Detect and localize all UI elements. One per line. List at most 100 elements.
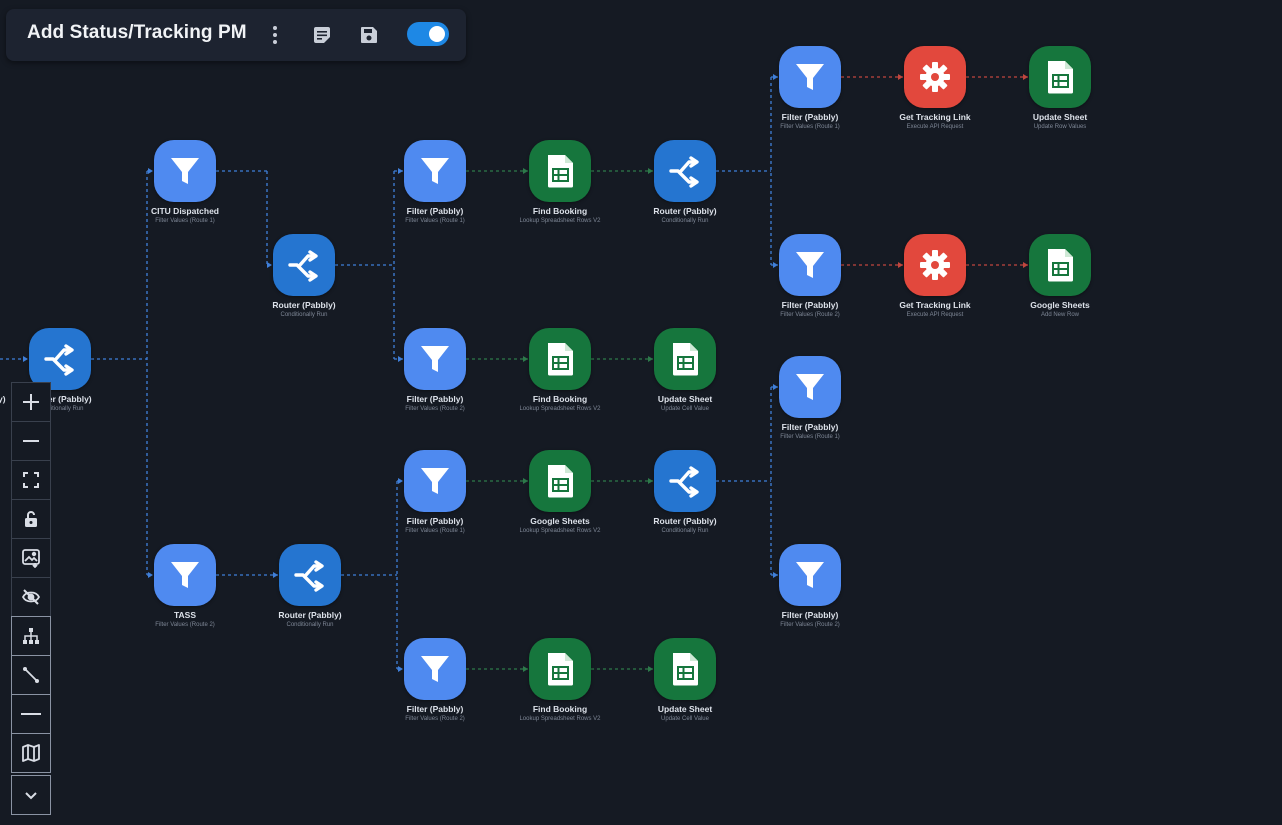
minimap-button[interactable]: [11, 733, 51, 773]
workflow-header: Add Status/Tracking PM: [6, 9, 466, 61]
spreadsheet-icon: [669, 651, 701, 687]
filter-icon: [167, 153, 203, 189]
node-subtitle: Update Row Values: [1033, 124, 1087, 130]
notes-button[interactable]: [309, 22, 335, 48]
node-icon-button[interactable]: [654, 638, 716, 700]
connection-arrow: [648, 666, 653, 672]
node-icon-button[interactable]: [779, 356, 841, 418]
fit-view-button[interactable]: [11, 460, 51, 500]
gear-icon: [917, 247, 953, 283]
node-title: Filter (Pabbly): [781, 610, 839, 620]
filter-icon: [417, 153, 453, 189]
save-button[interactable]: [356, 22, 382, 48]
workflow-title[interactable]: Add Status/Tracking PM: [27, 22, 247, 44]
edge-style-button[interactable]: [11, 655, 51, 695]
router-icon: [42, 341, 78, 377]
workflow-canvas[interactable]: y) Router (Pabbly) Conditionally Run CITU …: [0, 0, 1282, 825]
node-title: Update Sheet: [1032, 112, 1088, 122]
node-icon-button[interactable]: [404, 450, 466, 512]
node-title: Google Sheets: [1030, 300, 1090, 310]
download-image-button[interactable]: [11, 538, 51, 578]
node-icon-button[interactable]: [529, 450, 591, 512]
node-icon-button[interactable]: [779, 544, 841, 606]
connection-arrow: [773, 262, 778, 268]
node-icon-button[interactable]: [1029, 234, 1091, 296]
canvas-controls: [11, 382, 51, 815]
connection-arrow: [773, 74, 778, 80]
node-icon-button[interactable]: [1029, 46, 1091, 108]
node-icon-button[interactable]: [529, 328, 591, 390]
connection-arrow: [273, 572, 278, 578]
spreadsheet-icon: [669, 341, 701, 377]
node-icon-button[interactable]: [404, 140, 466, 202]
node-icon-button[interactable]: [404, 638, 466, 700]
connection-arrow: [898, 262, 903, 268]
more-options-button[interactable]: [262, 22, 288, 48]
spreadsheet-icon: [544, 341, 576, 377]
node-title: Router (Pabbly): [272, 300, 336, 310]
toggle-knob: [429, 26, 445, 42]
connection-arrow: [1023, 74, 1028, 80]
layout-tree-button[interactable]: [11, 616, 51, 656]
node-icon-button[interactable]: [654, 450, 716, 512]
plus-icon: [21, 392, 41, 412]
connection-arrow: [23, 356, 28, 362]
node-icon-button[interactable]: [154, 544, 216, 606]
node-subtitle: Conditionally Run: [286, 622, 334, 628]
node-title: Router (Pabbly): [653, 516, 717, 526]
node-icon-button[interactable]: [904, 234, 966, 296]
connection-arrow: [267, 262, 272, 268]
connection-arrow: [398, 356, 403, 362]
router-icon: [286, 247, 322, 283]
node-icon-button[interactable]: [779, 234, 841, 296]
connection-arrow: [773, 384, 778, 390]
diagonal-edge-icon: [21, 665, 41, 685]
connection-arrow: [398, 478, 403, 484]
connection-arrow: [1023, 262, 1028, 268]
connection-arrow: [523, 168, 528, 174]
router-icon: [667, 463, 703, 499]
workflow-active-toggle[interactable]: [407, 22, 449, 46]
node-title: Router (Pabbly): [653, 206, 717, 216]
straight-edge-icon: [20, 704, 42, 724]
connection-arrow: [648, 356, 653, 362]
connection-arrow: [648, 168, 653, 174]
spreadsheet-icon: [1044, 59, 1076, 95]
zoom-out-button[interactable]: [11, 421, 51, 461]
spreadsheet-icon: [544, 153, 576, 189]
node-icon-button[interactable]: [529, 638, 591, 700]
edge-straight-button[interactable]: [11, 694, 51, 734]
spreadsheet-icon: [1044, 247, 1076, 283]
filter-icon: [792, 59, 828, 95]
zoom-in-button[interactable]: [11, 382, 51, 422]
image-download-icon: [21, 548, 41, 568]
node-icon-button[interactable]: [779, 46, 841, 108]
tree-layout-icon: [21, 626, 41, 646]
node-icon-button[interactable]: [29, 328, 91, 390]
filter-icon: [417, 341, 453, 377]
node-icon-button[interactable]: [273, 234, 335, 296]
note-edit-icon: [314, 27, 330, 43]
lock-button[interactable]: [11, 499, 51, 539]
filter-icon: [417, 651, 453, 687]
node-subtitle: Add New Row: [1040, 312, 1079, 318]
node-icon-button[interactable]: [154, 140, 216, 202]
connection-arrow: [398, 168, 403, 174]
more-button[interactable]: [11, 775, 51, 815]
node-icon-button[interactable]: [279, 544, 341, 606]
node-icon-button[interactable]: [654, 328, 716, 390]
node-icon-button[interactable]: [529, 140, 591, 202]
node-subtitle: Conditionally Run: [661, 528, 709, 534]
connection-arrow: [148, 572, 153, 578]
connection-arrow: [523, 478, 528, 484]
filter-icon: [792, 557, 828, 593]
node-icon-button[interactable]: [404, 328, 466, 390]
node-icon-button[interactable]: [904, 46, 966, 108]
node-subtitle: Conditionally Run: [280, 312, 328, 318]
node-subtitle: Filter Values (Route 1): [155, 218, 215, 224]
filter-icon: [792, 369, 828, 405]
hide-button[interactable]: [11, 577, 51, 617]
save-icon: [361, 27, 377, 43]
node-icon-button[interactable]: [654, 140, 716, 202]
filter-icon: [167, 557, 203, 593]
